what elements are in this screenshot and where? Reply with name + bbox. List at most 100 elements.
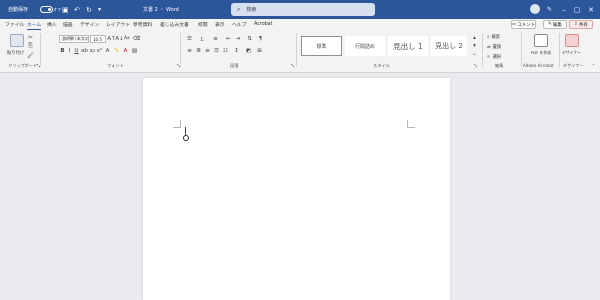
underline-icon[interactable]: U <box>73 47 80 54</box>
format-painter-icon[interactable]: 🖌 <box>27 52 34 59</box>
dialog-launcher-icon[interactable]: ⤡ <box>289 62 296 69</box>
autosave-label: 自動保存 <box>8 7 29 13</box>
editing-mode-button[interactable]: ✎ 編集 <box>543 20 567 29</box>
share-button[interactable]: ⇪ 共有 <box>569 20 593 29</box>
highlight-icon[interactable]: ✎ <box>113 47 120 54</box>
paste-icon[interactable] <box>10 34 24 47</box>
document-page[interactable] <box>143 78 450 300</box>
paste-label[interactable]: 貼り付け <box>7 50 24 56</box>
increase-indent-icon[interactable]: ⇥ <box>234 35 241 42</box>
pencil-icon: ✎ <box>548 22 552 27</box>
margin-mark-top-right <box>407 120 415 128</box>
customize-icon[interactable]: ▾ <box>98 0 101 19</box>
create-pdf-icon[interactable] <box>534 34 548 47</box>
cut-icon[interactable]: ✂ <box>27 34 34 41</box>
tab-acrobat[interactable]: Acrobat <box>254 19 273 30</box>
replace-button[interactable]: ⇄ 置換 <box>487 44 502 51</box>
comments-button[interactable]: ▭ コメント <box>511 20 536 29</box>
autosave-toggle[interactable] <box>40 0 53 19</box>
justify-icon[interactable]: ☰ <box>213 47 220 54</box>
group-label-clipboard: クリップボード <box>8 63 38 68</box>
style-normal[interactable]: 標準 <box>301 36 342 56</box>
more-styles-icon[interactable]: ⌄ <box>471 50 478 57</box>
style-heading-1[interactable]: 見出し 1 <box>388 36 428 56</box>
replace-label: 置換 <box>492 45 502 50</box>
group-label-font: フォント <box>107 63 124 68</box>
chevron-up-icon[interactable]: ▴ <box>471 34 478 41</box>
group-label-designer: デザイナー <box>563 63 584 68</box>
font-name-select[interactable]: 游明朝 (本文のフォン <box>59 35 89 43</box>
strikethrough-icon[interactable]: ab <box>81 47 88 54</box>
borders-icon[interactable]: ⊞ <box>256 47 263 54</box>
select-label: 選択 <box>492 55 502 60</box>
tab-help[interactable]: ヘルプ <box>232 19 246 30</box>
editing-label: 編集 <box>552 22 562 28</box>
font-color-icon[interactable]: A <box>122 47 129 54</box>
pen-icon[interactable]: ✎ <box>547 0 552 19</box>
superscript-icon[interactable]: x² <box>96 47 103 54</box>
shrink-font-icon[interactable]: A↓ <box>115 35 123 42</box>
group-label-styles: スタイル <box>373 63 390 68</box>
shading-icon[interactable]: ◩ <box>245 47 252 54</box>
toggle-switch-icon <box>40 6 53 13</box>
maximize-icon[interactable]: ▢ <box>570 0 584 19</box>
multilevel-list-icon[interactable]: ≡ <box>212 35 219 42</box>
redo-icon[interactable]: ↻ <box>86 0 92 19</box>
dialog-launcher-icon[interactable]: ⤡ <box>472 62 479 69</box>
tab-design[interactable]: デザイン <box>80 19 99 30</box>
search-icon: ⌕ <box>237 5 241 13</box>
bullets-icon[interactable]: ☰ <box>186 35 193 42</box>
tab-references[interactable]: 参考資料 <box>133 19 152 30</box>
tab-review[interactable]: 校閲 <box>198 19 208 30</box>
tab-mailings[interactable]: 差し込み文書 <box>160 19 189 30</box>
style-no-spacing[interactable]: 行間詰め <box>345 36 385 56</box>
show-marks-icon[interactable]: ¶ <box>257 35 264 42</box>
ribbon-separator <box>40 33 41 67</box>
designer-label[interactable]: デザイナー <box>562 50 581 56</box>
minimize-icon[interactable]: – <box>557 0 571 19</box>
tab-home[interactable]: ホーム <box>27 19 42 30</box>
chevron-down-icon[interactable]: ▾ <box>471 42 478 49</box>
char-shading-icon[interactable]: ▨ <box>131 47 138 54</box>
designer-icon[interactable] <box>565 34 579 47</box>
change-case-button[interactable]: Aa <box>124 36 130 41</box>
sort-icon[interactable]: ⇅ <box>246 35 253 42</box>
share-icon: ⇪ <box>574 22 578 27</box>
tab-insert[interactable]: 挿入 <box>47 19 57 30</box>
save-icon[interactable]: ▣ <box>62 0 69 19</box>
close-icon[interactable]: ✕ <box>584 0 598 19</box>
line-spacing-icon[interactable]: ↕ <box>233 47 240 54</box>
bold-icon[interactable]: B <box>59 47 66 54</box>
undo-icon[interactable]: ↶ <box>74 0 80 19</box>
distributed-icon[interactable]: ☷ <box>222 47 229 54</box>
autosave-state: オフ <box>53 6 61 12</box>
group-label-acrobat: Adobe Acrobat <box>523 63 554 68</box>
clear-format-icon[interactable]: ⌫ <box>133 35 141 42</box>
search-box[interactable]: ⌕ 検索 <box>231 3 375 16</box>
copy-icon[interactable]: ⎘ <box>27 43 34 50</box>
tab-draw[interactable]: 描画 <box>63 19 73 30</box>
find-button[interactable]: ⌕ 検索 <box>487 34 500 41</box>
font-size-select[interactable]: 10.5 <box>90 35 106 43</box>
numbering-icon[interactable]: ⒈ <box>199 35 206 43</box>
select-icon: ↖ <box>487 54 491 60</box>
grow-font-icon[interactable]: A↑ <box>107 35 115 42</box>
decrease-indent-icon[interactable]: ⇤ <box>225 35 232 42</box>
tab-view[interactable]: 表示 <box>215 19 225 30</box>
ribbon-separator <box>521 33 522 67</box>
create-pdf-label[interactable]: PDF を作成 <box>528 50 554 56</box>
search-icon: ⌕ <box>487 34 490 40</box>
text-effects-icon[interactable]: A <box>104 47 111 54</box>
collapse-ribbon-icon[interactable]: ⌃ <box>590 62 597 69</box>
italic-icon[interactable]: I <box>66 47 73 54</box>
tab-layout[interactable]: レイアウト <box>106 19 130 30</box>
share-label: 共有 <box>578 22 588 28</box>
subscript-icon[interactable]: x₂ <box>89 47 96 54</box>
tab-file[interactable]: ファイル <box>5 19 24 30</box>
align-center-icon[interactable]: ≣ <box>195 47 202 54</box>
select-button[interactable]: ↖ 選択 <box>487 54 502 61</box>
avatar[interactable] <box>530 4 540 14</box>
align-right-icon[interactable]: ≡ <box>204 47 211 54</box>
style-heading-2[interactable]: 見出し 2 <box>431 36 467 56</box>
align-left-icon[interactable]: ≡ <box>186 47 193 54</box>
